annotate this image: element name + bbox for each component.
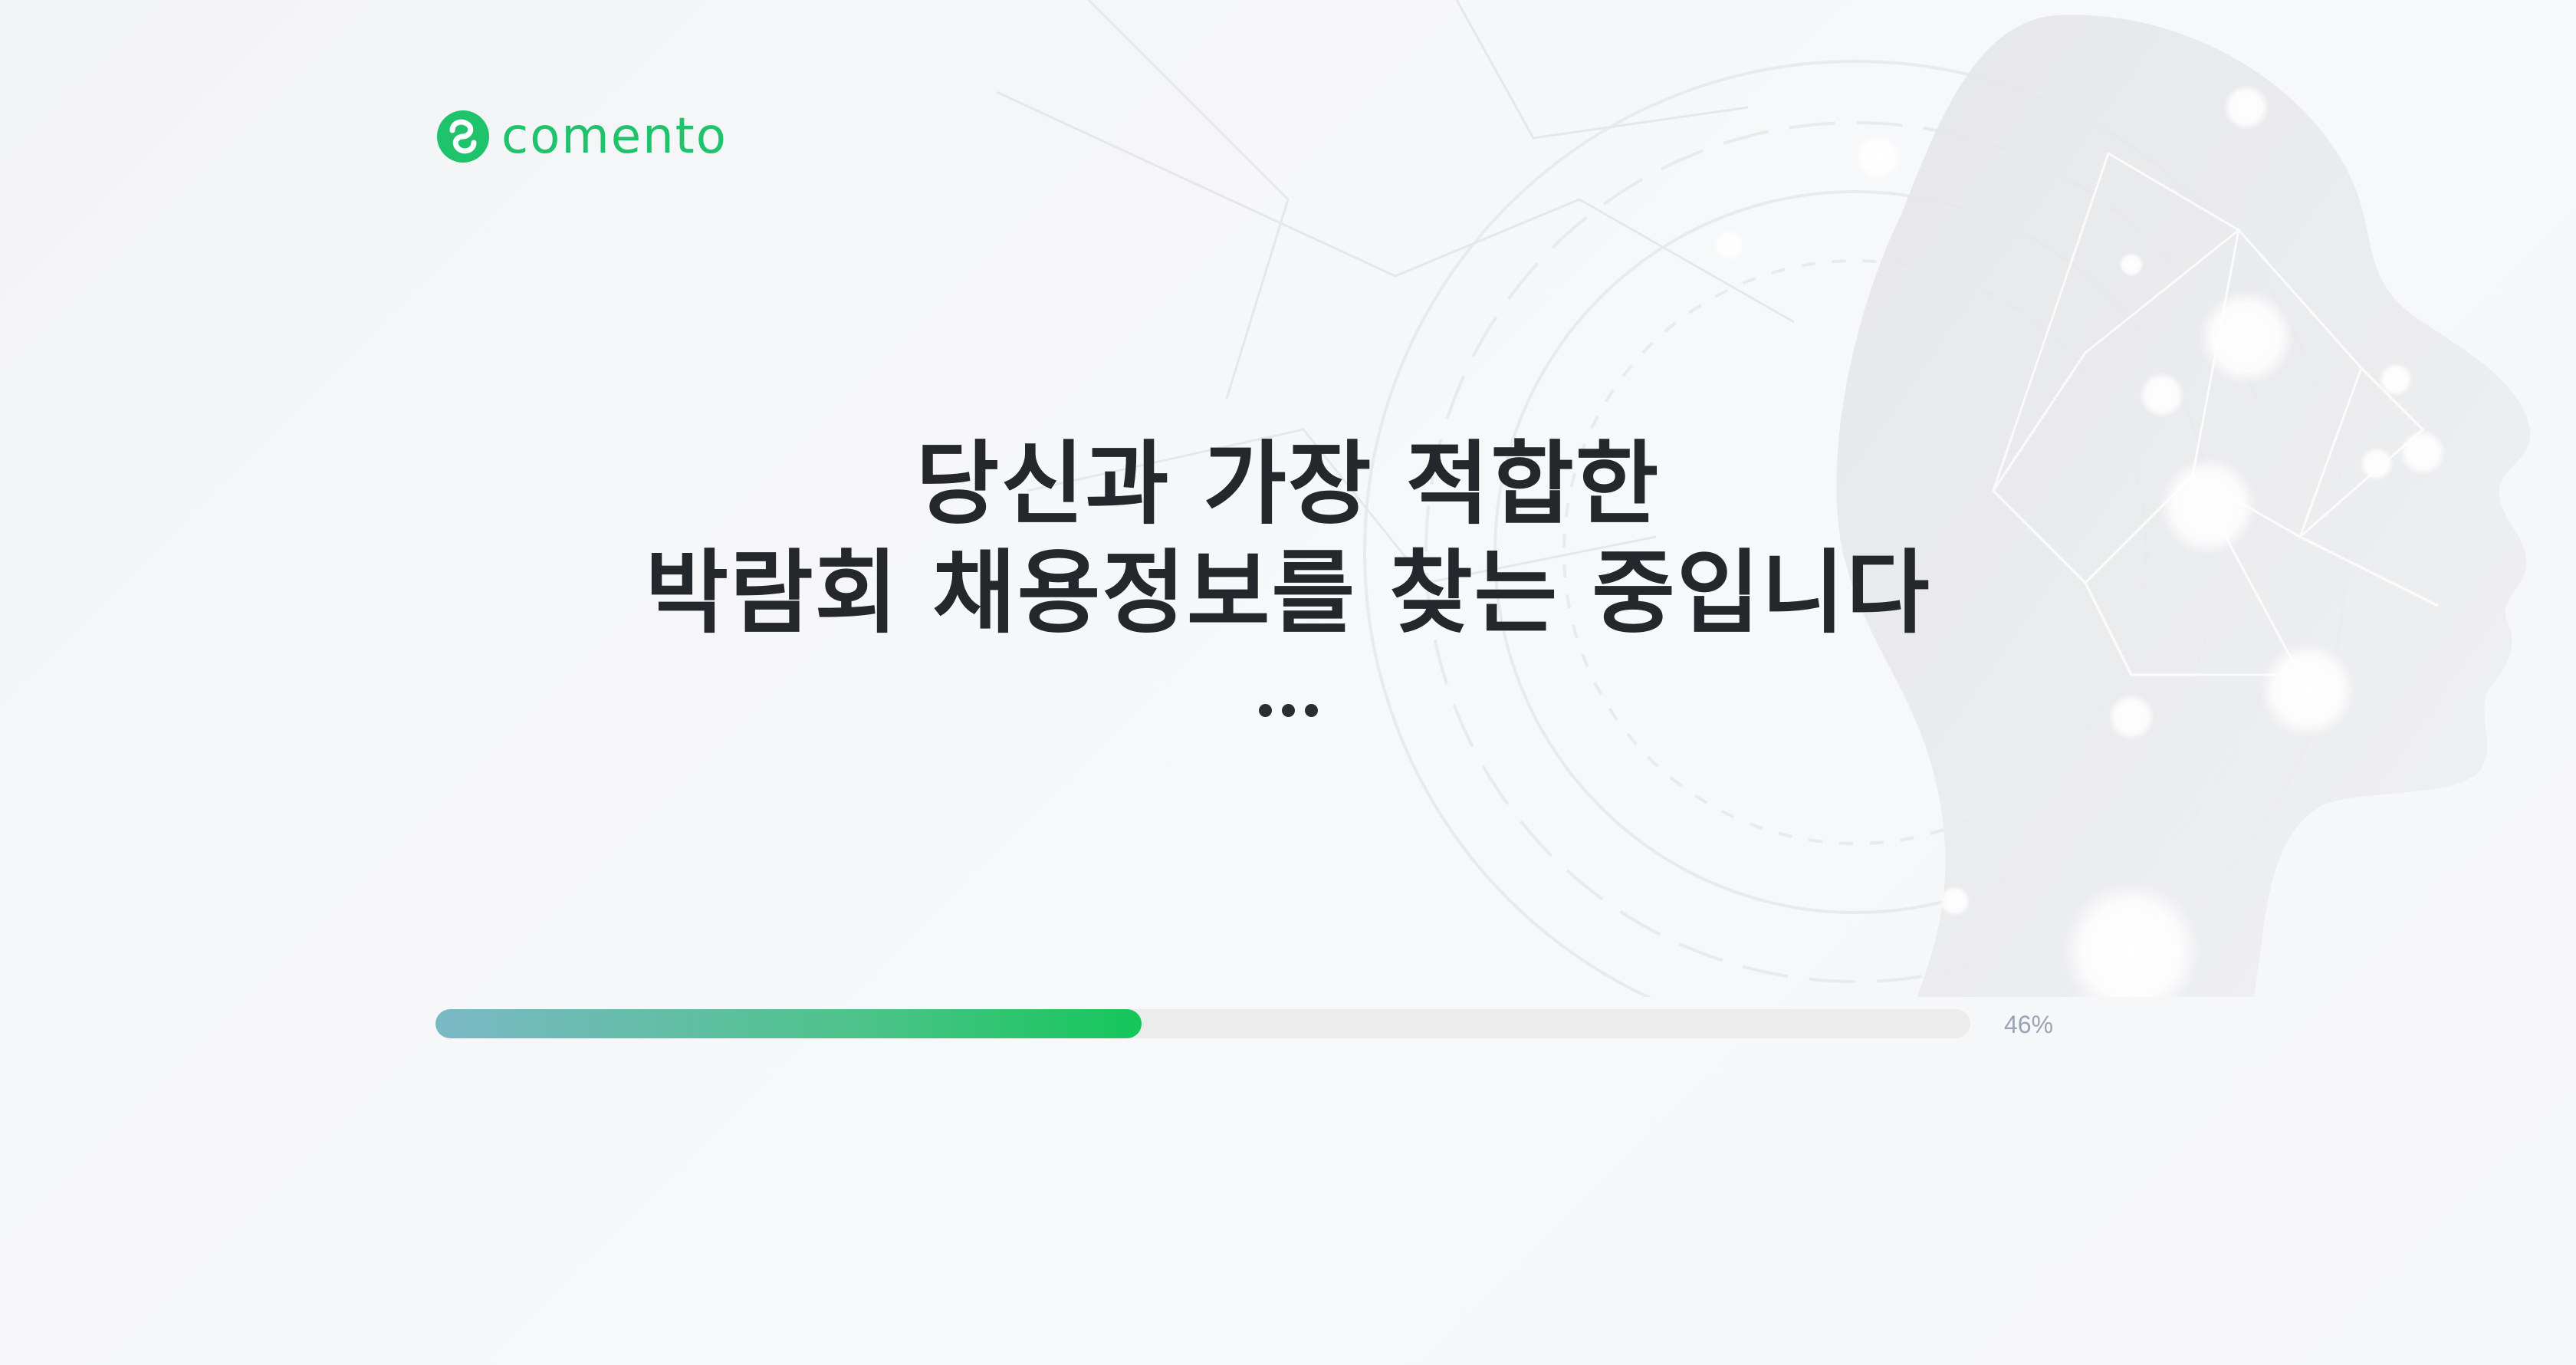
progress-percent-label: 46% (2004, 1011, 2054, 1038)
loading-dot (1258, 704, 1272, 717)
comento-logo-icon (437, 110, 489, 163)
loading-ellipsis (0, 704, 2576, 717)
loading-dot (1304, 704, 1318, 717)
loading-dot (1281, 704, 1295, 717)
progress-bar (435, 1009, 1970, 1038)
loading-headline: 당신과 가장 적합한 박람회 채용정보를 찾는 중입니다 (0, 429, 2576, 647)
brand-logo[interactable]: comento (435, 109, 728, 164)
headline-line-2: 박람회 채용정보를 찾는 중입니다 (645, 540, 1931, 646)
logo-wordmark: comento (501, 108, 728, 165)
headline-line-1: 당신과 가장 적합한 (915, 431, 1661, 537)
progress-bar-fill (435, 1009, 1142, 1038)
